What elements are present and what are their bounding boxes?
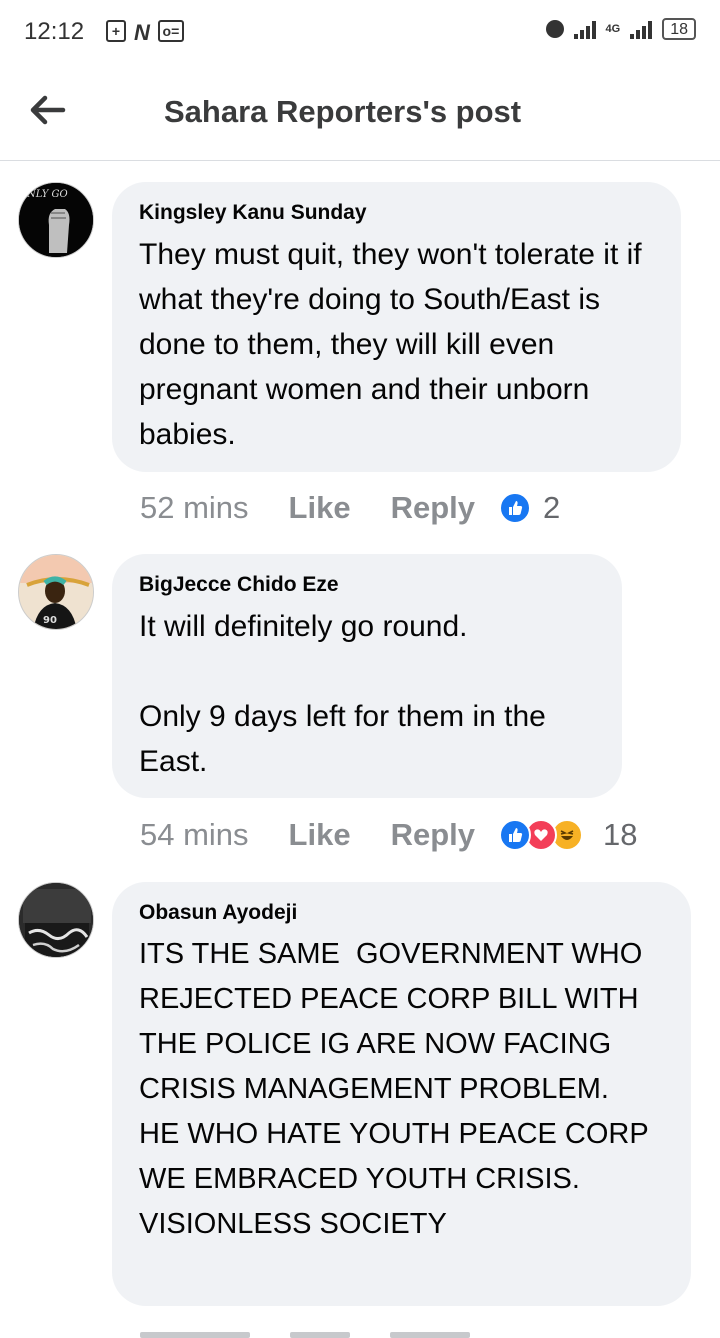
comment-actions: 52 mins Like Reply 2 xyxy=(140,488,560,528)
reaction-count[interactable]: 18 xyxy=(603,817,637,853)
status-right: 4G 18 xyxy=(545,18,696,40)
comment-time[interactable]: 54 mins xyxy=(140,817,249,853)
svg-text:NLY GO: NLY GO xyxy=(26,189,68,200)
fist-image-icon: NLY GO xyxy=(19,183,93,257)
arrow-left-icon xyxy=(30,95,66,125)
status-bar: 12:12 + N o= 4G 18 xyxy=(0,0,720,64)
avatar[interactable]: 90 xyxy=(18,554,94,630)
reaction-summary[interactable] xyxy=(499,819,583,851)
dnd-icon xyxy=(545,20,564,38)
page-title: Sahara Reporters's post xyxy=(164,94,522,129)
comment-text: It will definitely go round. Only 9 days… xyxy=(139,610,546,778)
profile-photo-icon xyxy=(19,883,93,957)
battery-saver-icon: + xyxy=(106,20,126,42)
avatar[interactable]: NLY GO xyxy=(18,182,94,258)
reply-button[interactable]: Reply xyxy=(391,490,475,526)
signal-icon-2 xyxy=(630,19,653,39)
n-app-icon: N xyxy=(134,20,150,45)
app-bar: Sahara Reporters's post xyxy=(0,64,720,161)
comment-actions: 54 mins Like Reply 18 xyxy=(140,815,637,855)
comment-bubble[interactable]: Obasun Ayodeji ITS THE SAME GOVERNMENT W… xyxy=(112,882,691,1306)
signal-icon xyxy=(573,19,596,39)
like-reaction-icon xyxy=(499,819,531,851)
person-photo-icon: 90 xyxy=(19,555,93,629)
comment-text: ITS THE SAME GOVERNMENT WHO REJECTED PEA… xyxy=(139,938,649,1240)
avatar[interactable] xyxy=(18,882,94,958)
svg-text:90: 90 xyxy=(43,615,57,626)
status-time: 12:12 xyxy=(24,18,85,45)
like-button[interactable]: Like xyxy=(289,817,351,853)
battery-icon: 18 xyxy=(662,18,696,40)
comment-text: They must quit, they won't tolerate it i… xyxy=(139,238,650,451)
comment-author[interactable]: Kingsley Kanu Sunday xyxy=(139,200,655,226)
comment-author[interactable]: Obasun Ayodeji xyxy=(139,900,665,926)
reaction-count[interactable]: 2 xyxy=(543,490,560,526)
comment-bubble[interactable]: Kingsley Kanu Sunday They must quit, the… xyxy=(112,182,681,472)
back-button[interactable] xyxy=(24,86,72,134)
network-type: 4G xyxy=(605,23,621,35)
next-comment-actions xyxy=(140,1326,470,1338)
like-reaction-icon xyxy=(499,492,531,524)
like-button[interactable]: Like xyxy=(289,490,351,526)
comment-bubble[interactable]: BigJecce Chido Eze It will definitely go… xyxy=(112,554,622,798)
notification-icons: + N o= xyxy=(106,20,184,46)
comment-time[interactable]: 52 mins xyxy=(140,490,249,526)
radio-icon: o= xyxy=(157,20,184,42)
comment-author[interactable]: BigJecce Chido Eze xyxy=(139,572,596,598)
reply-button[interactable]: Reply xyxy=(391,817,475,853)
reaction-summary[interactable] xyxy=(499,492,531,524)
